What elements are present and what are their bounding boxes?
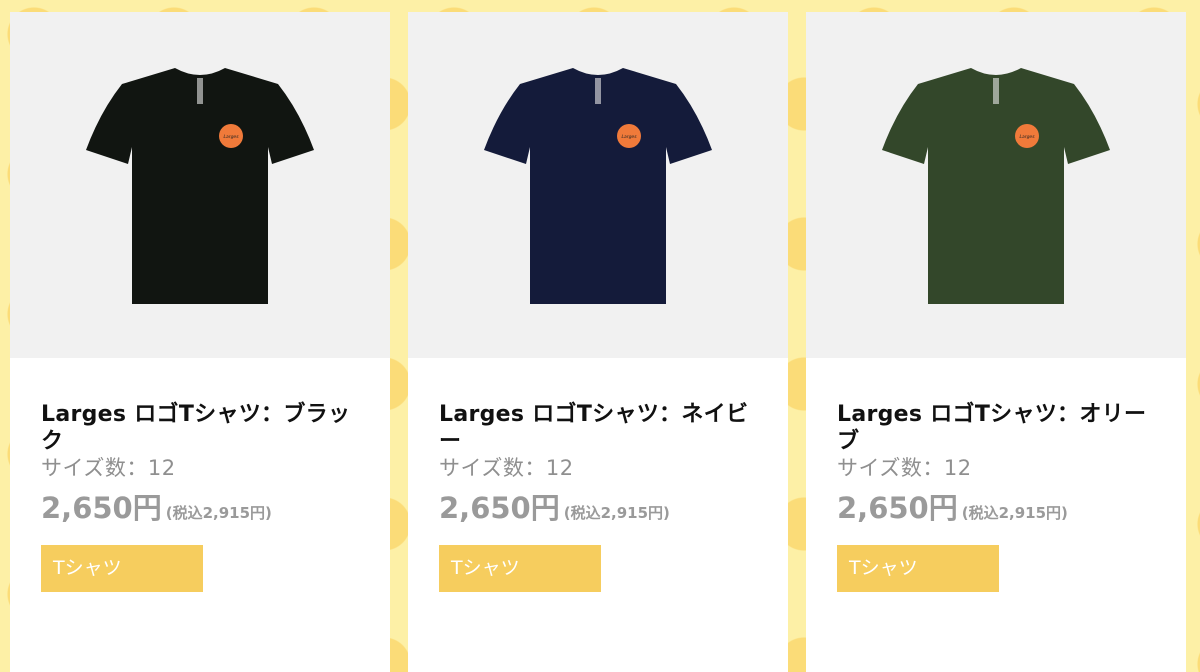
neck-label (993, 78, 999, 104)
product-image[interactable]: Larges (10, 12, 390, 358)
size-count: サイズ数：12 (837, 456, 972, 480)
product-image[interactable]: Larges (408, 12, 788, 358)
price-value: 2,650円 (837, 491, 958, 525)
tshirt-image: Larges (882, 68, 1110, 304)
product-title[interactable]: Larges ロゴTシャツ：ネイビー (439, 401, 769, 455)
price: 2,650円 (税込2,915円) (439, 485, 670, 527)
neck-label (595, 78, 601, 104)
category-tag-button[interactable]: Tシャツ (439, 545, 601, 592)
neck-label (197, 78, 203, 104)
logo-text: Larges (1019, 134, 1035, 140)
size-count: サイズ数：12 (41, 456, 176, 480)
price-value: 2,650円 (41, 491, 162, 525)
price-tax-included: (税込2,915円) (563, 504, 670, 522)
logo-text: Larges (223, 134, 239, 140)
price: 2,650円 (税込2,915円) (837, 485, 1068, 527)
price: 2,650円 (税込2,915円) (41, 485, 272, 527)
product-card-olive[interactable]: Larges Larges ロゴTシャツ：オリーブ サイズ数：12 2,650円… (806, 12, 1186, 672)
category-tag-button[interactable]: Tシャツ (837, 545, 999, 592)
category-tag-button[interactable]: Tシャツ (41, 545, 203, 592)
product-title[interactable]: Larges ロゴTシャツ：オリーブ (837, 401, 1167, 455)
product-card-navy[interactable]: Larges Larges ロゴTシャツ：ネイビー サイズ数：12 2,650円… (408, 12, 788, 672)
size-count: サイズ数：12 (439, 456, 574, 480)
tshirt-image: Larges (484, 68, 712, 304)
price-tax-included: (税込2,915円) (165, 504, 272, 522)
product-card-black[interactable]: Larges Larges ロゴTシャツ：ブラック サイズ数：12 2,650円… (10, 12, 390, 672)
product-image[interactable]: Larges (806, 12, 1186, 358)
product-title[interactable]: Larges ロゴTシャツ：ブラック (41, 401, 371, 455)
price-tax-included: (税込2,915円) (961, 504, 1068, 522)
tshirt-image: Larges (86, 68, 314, 304)
logo-text: Larges (621, 134, 637, 140)
price-value: 2,650円 (439, 491, 560, 525)
